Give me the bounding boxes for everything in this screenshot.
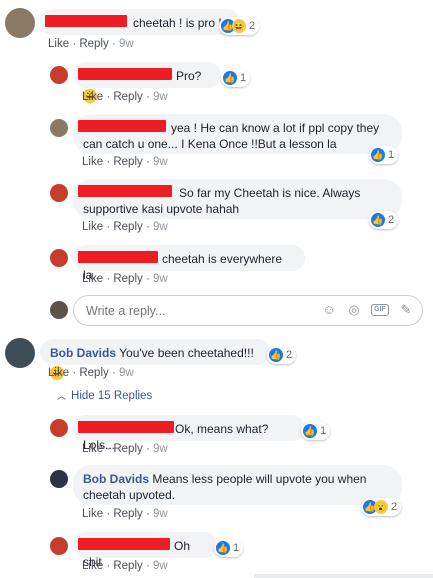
comment-bubble: Bob Davids You've been cheetahed!!! 😀 <box>40 339 270 380</box>
reactions[interactable]: 👍 1 <box>301 422 331 440</box>
reaction-count: 1 <box>240 72 247 84</box>
comment-actions: Like · Reply · 9w <box>82 560 168 572</box>
sticker-icon[interactable]: ✎ <box>398 302 414 318</box>
avatar[interactable] <box>5 8 35 38</box>
comment-actions: Like · Reply · 9w <box>48 38 134 50</box>
reply-link[interactable]: Reply <box>113 221 142 233</box>
like-link[interactable]: Like <box>82 560 103 572</box>
reply-link[interactable]: Reply <box>113 508 142 520</box>
like-link[interactable]: Like <box>82 273 103 285</box>
wow-reaction-icon: 😮 <box>374 500 388 514</box>
avatar[interactable] <box>50 119 68 137</box>
like-reaction-icon: 👍 <box>371 148 385 162</box>
reply-box-tools: ☺ ◎ GIF ✎ <box>321 302 414 318</box>
camera-icon[interactable]: ◎ <box>346 302 362 318</box>
emoji-icon[interactable]: ☺ <box>321 302 337 318</box>
redacted-name <box>78 251 158 263</box>
like-link[interactable]: Like <box>82 508 103 520</box>
comment-actions: Like · Reply · 9w <box>82 156 168 168</box>
reply-link[interactable]: Reply <box>79 367 108 379</box>
timestamp[interactable]: 9w <box>153 221 168 233</box>
reply-link[interactable]: Reply <box>113 273 142 285</box>
redacted-name <box>78 538 170 550</box>
like-reaction-icon: 👍 <box>223 71 237 85</box>
like-reaction-icon: 👍 <box>303 424 317 438</box>
reply-link[interactable]: Reply <box>113 560 142 572</box>
timestamp[interactable]: 9w <box>153 508 168 520</box>
redacted-name <box>78 421 174 433</box>
like-link[interactable]: Like <box>48 367 69 379</box>
reaction-count: 2 <box>391 501 398 513</box>
haha-reaction-icon: 😆 <box>232 19 246 33</box>
reply-link[interactable]: Reply <box>79 38 108 50</box>
timestamp[interactable]: 9w <box>119 367 134 379</box>
comment-actions: Like · Reply · 9w <box>82 443 168 455</box>
chevron-up-icon: ︿ <box>57 391 67 401</box>
comment-text: cheetah ! is pro !! <box>133 16 226 30</box>
redacted-name <box>78 185 172 197</box>
reply-link[interactable]: Reply <box>113 443 142 455</box>
timestamp[interactable]: 9w <box>153 273 168 285</box>
comment-actions: Like · Reply · 9w <box>48 367 134 379</box>
reply-box[interactable]: ☺ ◎ GIF ✎ <box>73 295 423 326</box>
like-link[interactable]: Like <box>82 156 103 168</box>
avatar[interactable] <box>5 338 35 368</box>
timestamp[interactable]: 9w <box>153 91 168 103</box>
comment-text: Pro? <box>176 69 202 83</box>
avatar[interactable] <box>50 66 68 84</box>
reaction-count: 1 <box>233 542 240 554</box>
timestamp[interactable]: 9w <box>119 38 134 50</box>
avatar[interactable] <box>50 419 68 437</box>
reaction-count: 2 <box>388 214 395 226</box>
hide-replies-link[interactable]: ︿ Hide 15 Replies <box>57 389 152 402</box>
comment-bubble: Bob Davids Means less people will upvote… <box>73 465 402 505</box>
reply-link[interactable]: Reply <box>113 156 142 168</box>
commenter-name[interactable]: Bob Davids <box>50 346 116 360</box>
avatar[interactable] <box>50 537 68 555</box>
timestamp[interactable]: 9w <box>153 443 168 455</box>
timestamp[interactable]: 9w <box>153 560 168 572</box>
avatar[interactable] <box>50 249 68 267</box>
reactions[interactable]: 👍 2 <box>267 346 297 364</box>
reactions[interactable]: 👍 😮 2 <box>361 498 402 516</box>
reaction-count: 2 <box>286 349 293 361</box>
like-reaction-icon: 👍 <box>371 213 385 227</box>
reactions[interactable]: 👍 2 <box>369 211 399 229</box>
avatar[interactable] <box>50 470 68 488</box>
reaction-count: 1 <box>388 149 395 161</box>
timestamp[interactable]: 9w <box>153 156 168 168</box>
avatar[interactable] <box>50 184 68 202</box>
comment-text: You've been cheetahed!!! <box>119 346 254 360</box>
like-reaction-icon: 👍 <box>269 348 283 362</box>
like-reaction-icon: 👍 <box>216 541 230 555</box>
comment-actions: Like · Reply · 9w <box>82 221 168 233</box>
redacted-name <box>78 68 172 80</box>
gif-icon[interactable]: GIF <box>371 304 389 316</box>
like-link[interactable]: Like <box>48 38 69 50</box>
comment-actions: Like · Reply · 9w <box>82 91 168 103</box>
divider <box>254 574 433 578</box>
reply-link[interactable]: Reply <box>113 91 142 103</box>
redacted-name <box>78 120 166 132</box>
reply-input[interactable] <box>84 303 308 319</box>
commenter-name[interactable]: Bob Davids <box>83 472 149 486</box>
comment-actions: Like · Reply · 9w <box>82 273 168 285</box>
redacted-name <box>45 15 127 27</box>
reactions[interactable]: 👍 😆 2 <box>219 17 260 35</box>
comment-actions: Like · Reply · 9w <box>82 508 168 520</box>
reaction-count: 1 <box>320 425 327 437</box>
avatar <box>50 301 68 319</box>
reactions[interactable]: 👍 1 <box>214 539 244 557</box>
reaction-count: 2 <box>249 20 256 32</box>
like-link[interactable]: Like <box>82 443 103 455</box>
like-link[interactable]: Like <box>82 221 103 233</box>
reactions[interactable]: 👍 1 <box>369 146 399 164</box>
reactions[interactable]: 👍 1 <box>221 69 251 87</box>
like-link[interactable]: Like <box>82 91 103 103</box>
